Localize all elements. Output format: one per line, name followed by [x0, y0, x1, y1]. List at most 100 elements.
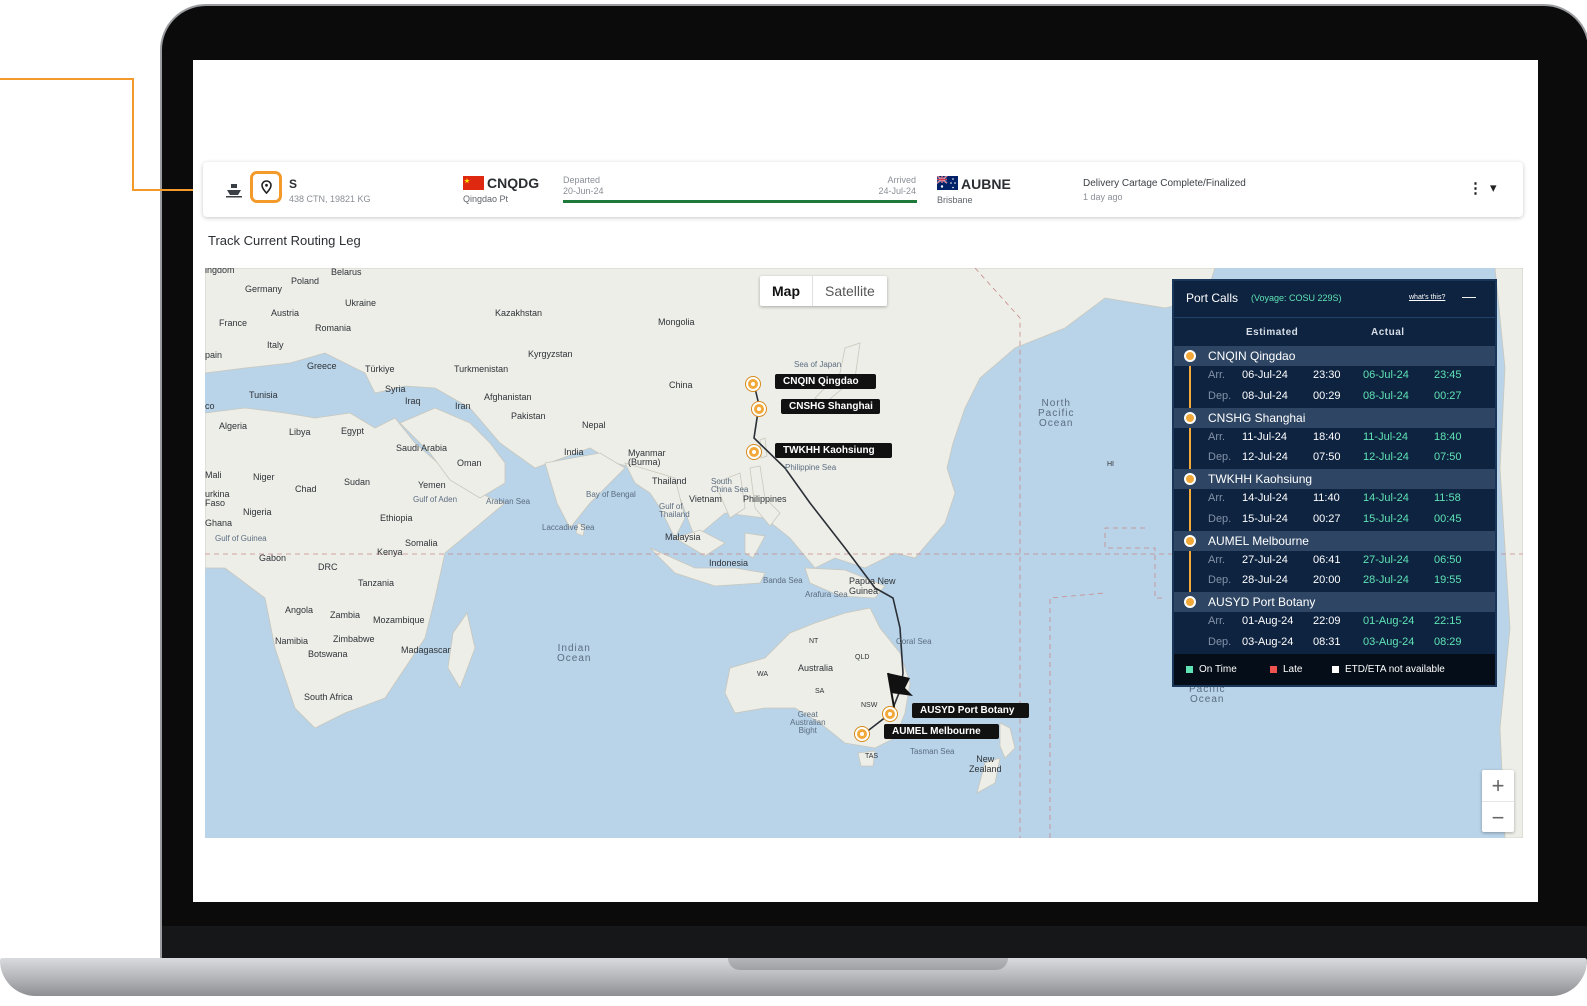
map-label: Zambia: [330, 610, 361, 620]
actual-time: 11:58: [1434, 492, 1461, 504]
estimated-time: 06:41: [1313, 553, 1341, 566]
actual-time: 00:27: [1434, 389, 1462, 402]
route-port-marker[interactable]: [747, 445, 761, 459]
shipment-status-time: 1 day ago: [1083, 192, 1123, 202]
port-call-marker: [1184, 411, 1196, 424]
laptop-notch: [728, 958, 1008, 970]
route-port-marker[interactable]: [746, 377, 760, 391]
expand-chevron-icon[interactable]: ▾: [1490, 180, 1497, 196]
port-call-name: CNSHG Shanghai: [1208, 410, 1306, 425]
whats-this-link[interactable]: what's this?: [1409, 294, 1445, 301]
port-call-header[interactable]: TWKHH Kaohsiung: [1174, 469, 1495, 489]
more-options-icon[interactable]: ⋮: [1468, 179, 1483, 197]
map-label: Saudi Arabia: [396, 443, 448, 453]
map-label: Botswana: [308, 649, 348, 659]
route-port-marker[interactable]: [883, 707, 897, 721]
zoom-controls[interactable]: + −: [1482, 770, 1514, 832]
not-available-swatch: [1332, 665, 1339, 673]
port-call-header[interactable]: CNSHG Shanghai: [1174, 407, 1495, 428]
map-type-satellite-button[interactable]: Satellite: [813, 276, 887, 306]
shipment-summary-bar[interactable]: S 438 CTN, 19821 KG CNQDG Qingdao Pt Dep…: [203, 162, 1523, 217]
map-label: South Africa: [304, 692, 353, 702]
route-port-tag[interactable]: TWKHH Kaohsiung: [775, 443, 892, 458]
map-label: Chad: [295, 484, 317, 494]
laptop-chin: [162, 926, 1587, 962]
china-flag-icon: [463, 176, 484, 190]
route-port-marker[interactable]: [855, 727, 869, 741]
map-label: Greece: [307, 361, 337, 371]
map-label: Laccadive Sea: [542, 523, 595, 532]
departure-row: Dep. 08-Jul-24 00:29 08-Jul-24 00:27: [1174, 387, 1495, 407]
estimated-date: 08-Jul-24: [1242, 389, 1288, 402]
route-port-tag[interactable]: AUMEL Melbourne: [884, 724, 999, 739]
map-label: QLD: [855, 654, 870, 661]
map-label: NSW: [861, 702, 878, 709]
arrived-date: 24-Jul-24: [878, 186, 916, 196]
port-call-header[interactable]: AUMEL Melbourne: [1174, 530, 1495, 551]
legend-label: On Time: [1199, 664, 1237, 675]
route-port-marker[interactable]: [752, 402, 766, 416]
map-label: Madagascar: [401, 645, 451, 655]
port-calls-title: Port Calls: [1186, 291, 1239, 305]
map-label: Nepal: [582, 420, 606, 430]
map-type-toggle[interactable]: Map Satellite: [760, 276, 887, 306]
arrival-row: Arr. 11-Jul-24 18:40 11-Jul-24 18:40: [1174, 428, 1495, 448]
actual-time: 00:45: [1434, 512, 1462, 525]
route-port-tag[interactable]: CNQIN Qingdao: [775, 374, 876, 389]
on-time-swatch: [1186, 665, 1193, 673]
map-label: urkina Faso: [205, 489, 230, 508]
map-label: Ghana: [205, 518, 233, 528]
zoom-in-button[interactable]: +: [1482, 770, 1514, 802]
map-label: Niger: [253, 472, 275, 482]
row-label: Arr.: [1208, 430, 1226, 443]
route-port-tag[interactable]: CNSHG Shanghai: [781, 399, 880, 414]
map-label: TAS: [865, 753, 879, 760]
map-label: Tunisia: [249, 390, 278, 400]
origin-name: Qingdao Pt: [463, 194, 509, 204]
actual-column-header: Actual: [1371, 327, 1405, 338]
map-label: WA: [757, 671, 769, 678]
port-call-header[interactable]: AUSYD Port Botany: [1174, 592, 1495, 612]
voyage-progress-fill: [563, 200, 917, 203]
estimated-time: 20:00: [1313, 574, 1341, 586]
map-type-map-button[interactable]: Map: [760, 276, 813, 306]
route-map[interactable]: ingdom Belarus Poland Germany Ukraine Fr…: [205, 268, 1523, 838]
port-call-marker: [1184, 596, 1196, 608]
track-location-button[interactable]: [250, 171, 282, 203]
port-call-header[interactable]: CNQIN Qingdao: [1174, 346, 1495, 366]
route-port-tag[interactable]: AUSYD Port Botany: [912, 703, 1029, 718]
shipment-summary: 438 CTN, 19821 KG: [289, 194, 371, 204]
destination-code: AUBNE: [961, 176, 1011, 192]
map-label: Zimbabwe: [333, 634, 375, 644]
legend-label: Late: [1283, 664, 1303, 675]
departure-row: Dep. 15-Jul-24 00:27 15-Jul-24 00:45: [1174, 510, 1495, 530]
status-legend: On Time Late ETD/ETA not available: [1174, 654, 1495, 685]
zoom-out-button[interactable]: −: [1482, 802, 1514, 833]
map-label: Philippines: [743, 494, 787, 504]
estimated-date: 11-Jul-24: [1242, 430, 1288, 443]
map-label: Germany: [245, 284, 283, 294]
map-label: Türkiye: [365, 364, 395, 374]
map-label: Kyrgyzstan: [528, 349, 573, 359]
map-label: Myanmar (Burma): [628, 448, 666, 467]
departed-date: 20-Jun-24: [563, 186, 604, 196]
actual-date: 28-Jul-24: [1363, 574, 1409, 586]
map-label: Oman: [457, 458, 482, 468]
collapse-icon[interactable]: —: [1462, 288, 1476, 304]
map-label: Papua New Guinea: [849, 576, 896, 596]
row-label: Dep.: [1208, 451, 1232, 463]
map-label: Iran: [455, 401, 471, 411]
row-label: Arr.: [1208, 553, 1226, 566]
port-call-name: AUSYD Port Botany: [1208, 595, 1316, 609]
estimated-time: 07:50: [1313, 451, 1341, 463]
map-label: Indian Ocean: [557, 643, 592, 664]
map-label: Nigeria: [243, 507, 272, 517]
actual-date: 08-Jul-24: [1363, 389, 1409, 402]
estimated-column-header: Estimated: [1246, 327, 1299, 338]
map-label: Turkmenistan: [454, 364, 509, 374]
shipment-status: Delivery Cartage Complete/Finalized: [1083, 178, 1246, 189]
voyage-label: (Voyage: COSU 229S): [1251, 293, 1342, 303]
port-calls-header: Port Calls (Voyage: COSU 229S) what's th…: [1174, 281, 1495, 318]
estimated-time: 22:09: [1313, 615, 1341, 627]
row-label: Dep.: [1208, 512, 1232, 525]
